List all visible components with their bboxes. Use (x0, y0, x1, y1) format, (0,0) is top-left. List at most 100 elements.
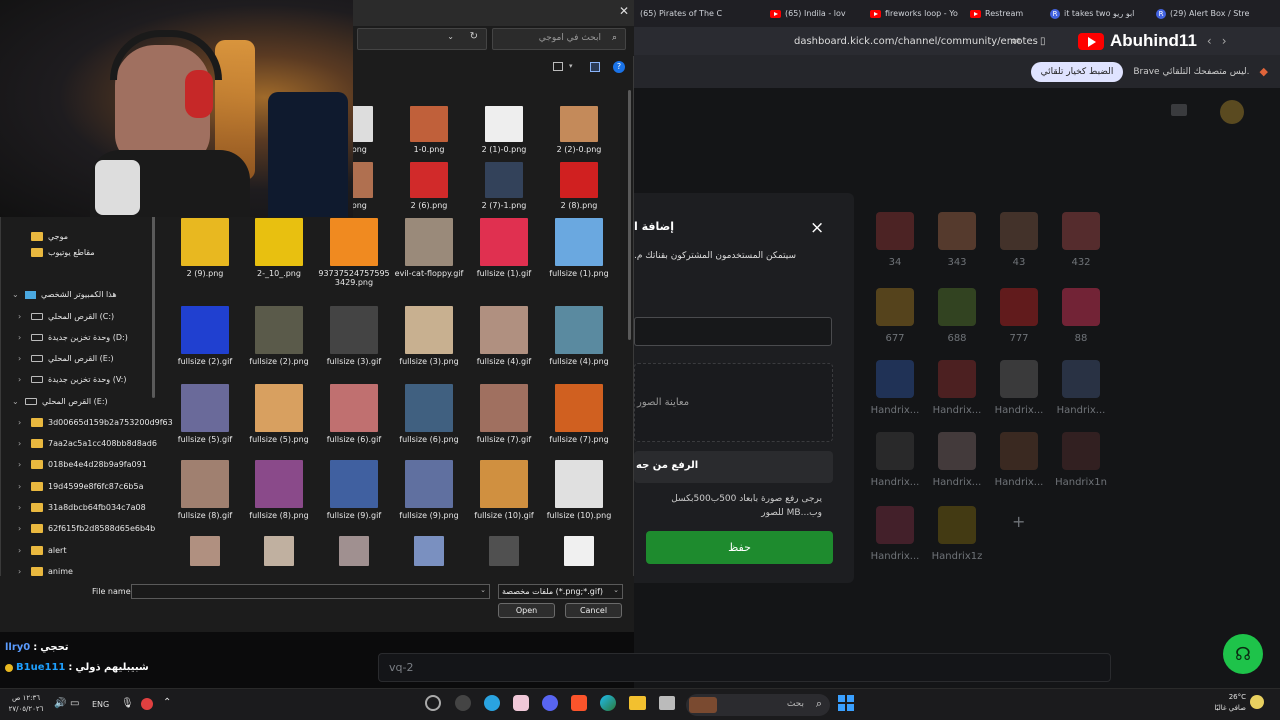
emote-image[interactable] (938, 432, 976, 470)
app-icon-pig[interactable] (513, 695, 529, 711)
emote-image[interactable] (938, 288, 976, 326)
nav-pane-item[interactable]: › 19d4599e8f6fc87c6b5a (18, 482, 144, 491)
chevron-icon[interactable]: › (18, 460, 26, 469)
file-item[interactable]: fullsize (5).png (242, 384, 316, 444)
tune-icon[interactable]: ⇌ (1012, 36, 1026, 47)
nav-pane-item[interactable]: ⌄ هذا الكمبيوتر الشخصي (12, 290, 117, 299)
language-indicator[interactable]: ENG (92, 700, 109, 709)
weather-widget[interactable]: 26°C صافي غالبًا (1206, 692, 1246, 714)
chat-input[interactable]: vq-2 (378, 653, 1111, 682)
emote-image[interactable] (876, 212, 914, 250)
recording-icon[interactable] (141, 698, 153, 710)
network-icon[interactable]: ▭ (70, 698, 79, 709)
browser-tab[interactable]: (65) Indila - lov (764, 0, 864, 27)
file-item[interactable]: fullsize (2).png (242, 306, 316, 366)
file-item[interactable]: 937375247575953429.png (317, 218, 391, 287)
file-name-input[interactable]: ⌄ (131, 584, 490, 599)
chevron-icon[interactable]: › (18, 567, 26, 576)
chevron-down-icon[interactable]: ⌄ (447, 32, 454, 41)
open-button[interactable]: Open (498, 603, 555, 618)
taskbar-search[interactable]: بحث ⌕ (686, 694, 830, 716)
chevron-down-icon[interactable]: ▾ (569, 62, 573, 70)
nav-pane-item[interactable]: › 7aa2ac5a1cc408bb8d8ad6 (18, 439, 157, 448)
chevron-icon[interactable]: ⌄ (12, 397, 20, 406)
file-item[interactable]: fullsize (3).gif (317, 306, 391, 366)
file-item[interactable] (392, 536, 466, 569)
file-item[interactable]: fullsize (7).gif (467, 384, 541, 444)
emote-image[interactable] (1000, 432, 1038, 470)
file-item[interactable]: fullsize (1).gif (467, 218, 541, 278)
file-item[interactable]: fullsize (8).gif (168, 460, 242, 520)
file-item[interactable] (542, 536, 616, 569)
emote-image[interactable] (1000, 212, 1038, 250)
nav-pane-item[interactable]: › 31a8dbcb64fb034c7a08 (18, 503, 146, 512)
chevron-icon[interactable]: › (18, 546, 26, 555)
chevron-icon[interactable]: › (18, 418, 26, 427)
file-item[interactable]: 2 (2)-0.png (542, 106, 616, 154)
file-item[interactable]: fullsize (2).gif (168, 306, 242, 366)
file-type-select[interactable]: ملفات مخصصة (*.png;*.gif) ⌄ (498, 584, 623, 599)
discord-icon[interactable] (542, 695, 558, 711)
file-item[interactable]: 2 (7)-1.png (467, 162, 541, 210)
nav-pane-item[interactable]: › 018be4e4d28b9a9fa091 (18, 460, 147, 469)
preview-pane-icon[interactable] (590, 62, 600, 72)
set-default-button[interactable]: الضبط كخيار تلقائي (1030, 61, 1124, 82)
browser-tab[interactable]: Rit takes two ابو ريو (1044, 0, 1150, 27)
file-item[interactable] (242, 536, 316, 569)
file-item[interactable]: evil-cat-floppy.gif (392, 218, 466, 278)
close-icon[interactable]: ✕ (619, 4, 629, 18)
emote-image[interactable] (938, 506, 976, 544)
chevron-icon[interactable]: › (18, 482, 26, 491)
path-box[interactable]: ⌄ ↻ (357, 28, 487, 50)
avatar[interactable] (1220, 100, 1244, 124)
file-item[interactable]: 2 (1)-0.png (467, 106, 541, 154)
telegram-icon[interactable] (484, 695, 500, 711)
emote-image[interactable] (1062, 212, 1100, 250)
emote-image[interactable] (876, 288, 914, 326)
file-item[interactable] (467, 536, 541, 569)
file-item[interactable]: fullsize (9).gif (317, 460, 391, 520)
bookmark-icon[interactable]: ▯ (1040, 36, 1054, 47)
nav-pane-item[interactable]: › 62f615fb2d8588d65e6b4b (18, 524, 155, 533)
emote-image[interactable] (876, 506, 914, 544)
nav-pane-item[interactable]: موجي (18, 232, 68, 241)
browser-tab[interactable]: fireworks loop - Yo (864, 0, 964, 27)
browser-tab[interactable]: R (29) Alert Box / Stre (1150, 0, 1260, 27)
file-explorer-icon[interactable] (629, 696, 646, 710)
file-item[interactable]: fullsize (4).png (542, 306, 616, 366)
chevron-left-icon[interactable]: ‹ (1207, 34, 1212, 48)
file-item[interactable]: fullsize (10).gif (467, 460, 541, 520)
app-icon-obs[interactable] (425, 695, 441, 711)
chevron-icon[interactable]: › (18, 375, 26, 384)
emote-image[interactable] (876, 432, 914, 470)
file-item[interactable]: fullsize (1).png (542, 218, 616, 278)
file-item[interactable]: fullsize (4).gif (467, 306, 541, 366)
nav-pane-item[interactable]: مقاطع يوتيوب (18, 248, 95, 257)
app-icon-window[interactable] (659, 696, 675, 710)
upload-button[interactable]: الرفع من جه (634, 451, 833, 483)
clock[interactable]: ١٢:٣٦ ص ٢٧/٠٥/٢٠٢٦ (8, 693, 44, 715)
help-icon[interactable]: ? (613, 61, 625, 73)
chevron-icon[interactable]: › (18, 503, 26, 512)
speaker-icon[interactable]: 🔊 (54, 698, 66, 709)
close-icon[interactable]: × (810, 218, 824, 238)
nav-pane-item[interactable]: › القرص المحلي (C:) (18, 312, 114, 321)
nav-pane-item[interactable]: › وحدة تخزين جديدة (V:) (18, 375, 126, 384)
file-item[interactable] (317, 536, 391, 569)
chevron-icon[interactable]: › (18, 354, 26, 363)
file-item[interactable]: fullsize (6).gif (317, 384, 391, 444)
edge-icon[interactable] (600, 695, 616, 711)
browser-tab[interactable]: Restream (964, 0, 1044, 27)
nav-pane-item[interactable]: › anime (18, 567, 73, 576)
file-item[interactable]: 2 (8).png (542, 162, 616, 210)
chevron-icon[interactable]: › (18, 333, 26, 342)
file-item[interactable]: fullsize (9).png (392, 460, 466, 520)
refresh-icon[interactable]: ↻ (470, 31, 478, 42)
file-item[interactable]: fullsize (8).png (242, 460, 316, 520)
emote-image[interactable] (1062, 288, 1100, 326)
view-icon[interactable] (553, 62, 563, 71)
file-item[interactable]: fullsize (10).png (542, 460, 616, 520)
file-item[interactable]: 1-0.png (392, 106, 466, 154)
nav-pane-item[interactable]: › وحدة تخزين جديدة (D:) (18, 333, 128, 342)
microphone-icon[interactable]: 🎙 (121, 698, 134, 709)
